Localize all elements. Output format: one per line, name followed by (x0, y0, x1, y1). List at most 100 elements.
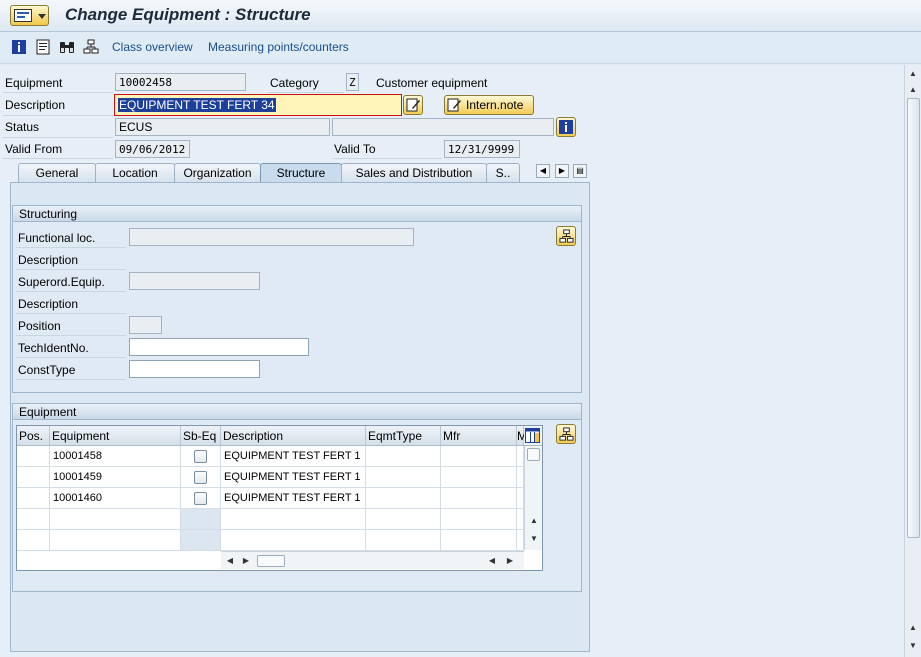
table-cell-description[interactable]: EQUIPMENT TEST FERT 1 (221, 446, 366, 467)
table-cell-empty[interactable] (221, 530, 366, 551)
column-header-mfr[interactable]: Mfr (441, 426, 517, 446)
scroll-right-button[interactable]: ▶ (239, 554, 253, 568)
window-scroll-down-button[interactable]: ▲ (906, 621, 920, 635)
table-cell-equipment[interactable]: 10001460 (50, 488, 181, 509)
status-info-button[interactable] (556, 117, 576, 137)
table-cell-m[interactable] (517, 446, 524, 467)
sbeq-checkbox[interactable] (194, 450, 207, 463)
column-header-description[interactable]: Description (221, 426, 366, 446)
table-cell-empty[interactable] (517, 509, 524, 530)
tab-list-button[interactable]: ▤ (573, 164, 587, 178)
table-cell-empty[interactable] (181, 509, 221, 530)
table-cell-description[interactable]: EQUIPMENT TEST FERT 1 (221, 488, 366, 509)
tab-scroll-right-button[interactable]: ▶ (555, 164, 569, 178)
tab-location[interactable]: Location (95, 163, 175, 182)
description-input[interactable]: EQUIPMENT TEST FERT 34 (114, 94, 402, 116)
sbeq-checkbox[interactable] (194, 471, 207, 484)
intern-note-button[interactable]: Intern.note (444, 95, 534, 115)
valid-from-field[interactable]: 09/06/2012 (115, 140, 190, 158)
table-cell-pos[interactable] (17, 446, 50, 467)
structure-hierarchy-button[interactable] (556, 226, 576, 246)
table-cell-empty[interactable] (366, 530, 441, 551)
long-text-button[interactable] (403, 95, 423, 115)
window-scroll-up-button[interactable]: ▲ (906, 83, 920, 97)
table-cell-eqmttype[interactable] (366, 488, 441, 509)
scroll-up-button[interactable]: ▲ (527, 514, 541, 528)
superord-equip-field[interactable] (129, 272, 260, 290)
table-cell-pos[interactable] (17, 467, 50, 488)
table-cell-mfr[interactable] (441, 446, 517, 467)
position-field[interactable] (129, 316, 162, 334)
table-cell-empty[interactable] (17, 530, 50, 551)
techident-field[interactable] (129, 338, 309, 356)
equipment-hierarchy-button[interactable] (556, 424, 576, 444)
tab-scroll-left-button[interactable]: ◀ (536, 164, 550, 178)
table-cell-empty[interactable] (17, 509, 50, 530)
info-icon[interactable] (11, 39, 27, 55)
tab-structure[interactable]: Structure (260, 163, 342, 183)
valid-to-field[interactable]: 12/31/9999 (444, 140, 520, 158)
table-cell-description[interactable]: EQUIPMENT TEST FERT 1 (221, 467, 366, 488)
table-cell-empty[interactable] (181, 530, 221, 551)
table-cell-m[interactable] (517, 488, 524, 509)
column-settings-button[interactable] (524, 426, 542, 446)
table-cell-empty[interactable] (441, 530, 517, 551)
window-vertical-scrollbar[interactable]: ▲ ▲ ▲ ▼ (904, 65, 921, 657)
column-header-eqmttype[interactable]: EqmtType (366, 426, 441, 446)
hierarchy-icon (559, 427, 574, 441)
application-toolbar: Class overview Measuring points/counters (0, 32, 921, 64)
tab-more[interactable]: S.. (486, 163, 520, 182)
table-cell-equipment[interactable]: 10001459 (50, 467, 181, 488)
tab-sales-distribution[interactable]: Sales and Distribution (341, 163, 487, 182)
column-header-m[interactable]: M (517, 426, 527, 446)
window-scrollbar-thumb[interactable] (907, 98, 920, 538)
system-menu-button[interactable] (10, 5, 49, 26)
table-cell-empty[interactable] (221, 509, 366, 530)
equipment-table: Pos. Equipment Sb-Eq Description EqmtTyp… (16, 425, 543, 571)
column-header-pos[interactable]: Pos. (17, 426, 50, 446)
table-cell-empty[interactable] (50, 509, 181, 530)
category-field[interactable]: Z (346, 73, 359, 91)
table-cell-m[interactable] (517, 467, 524, 488)
table-cell-empty[interactable] (441, 509, 517, 530)
column-header-equipment[interactable]: Equipment (50, 426, 181, 446)
table-cell-mfr[interactable] (441, 467, 517, 488)
measuring-points-link[interactable]: Measuring points/counters (208, 40, 349, 54)
table-cell-eqmttype[interactable] (366, 467, 441, 488)
sbeq-checkbox[interactable] (194, 492, 207, 505)
table-cell-equipment[interactable]: 10001458 (50, 446, 181, 467)
table-cell-empty[interactable] (50, 530, 181, 551)
table-cell-eqmttype[interactable] (366, 446, 441, 467)
table-cell-empty[interactable] (517, 530, 524, 551)
scroll-left-button[interactable]: ◀ (223, 554, 237, 568)
tab-organization[interactable]: Organization (174, 163, 261, 182)
binoculars-icon[interactable] (59, 39, 75, 55)
document-icon[interactable] (35, 39, 51, 55)
scroll-left-button-2[interactable]: ◀ (485, 554, 499, 568)
functional-loc-field[interactable] (129, 228, 414, 246)
horizontal-scrollbar-thumb[interactable] (257, 555, 285, 567)
column-header-sbeq[interactable]: Sb-Eq (181, 426, 221, 446)
table-cell-empty[interactable] (366, 509, 441, 530)
scroll-down-button[interactable]: ▼ (527, 532, 541, 546)
status-extra-field[interactable] (332, 118, 554, 136)
scroll-right-button-2[interactable]: ▶ (503, 554, 517, 568)
table-cell-mfr[interactable] (441, 488, 517, 509)
superord-equip-label: Superord.Equip. (18, 275, 105, 289)
status-field[interactable]: ECUS (115, 118, 330, 136)
window-scroll-up-small[interactable]: ▲ (906, 67, 920, 81)
window-scroll-down-small[interactable]: ▼ (906, 639, 920, 653)
valid-to-label: Valid To (334, 142, 376, 156)
consttype-field[interactable] (129, 360, 260, 378)
table-vertical-scrollbar[interactable]: ▲ ▼ (524, 446, 542, 550)
description-label-2: Description (18, 297, 79, 311)
scrollbar-thumb[interactable] (527, 448, 540, 461)
equipment-field[interactable]: 10002458 (115, 73, 246, 91)
hierarchy-icon[interactable] (83, 39, 99, 55)
tab-general[interactable]: General (18, 163, 96, 182)
class-overview-link[interactable]: Class overview (112, 40, 193, 54)
table-cell-pos[interactable] (17, 488, 50, 509)
divider (16, 247, 126, 248)
divider (332, 158, 442, 159)
table-horizontal-scrollbar[interactable]: ◀ ▶ ◀ ▶ (221, 551, 524, 569)
